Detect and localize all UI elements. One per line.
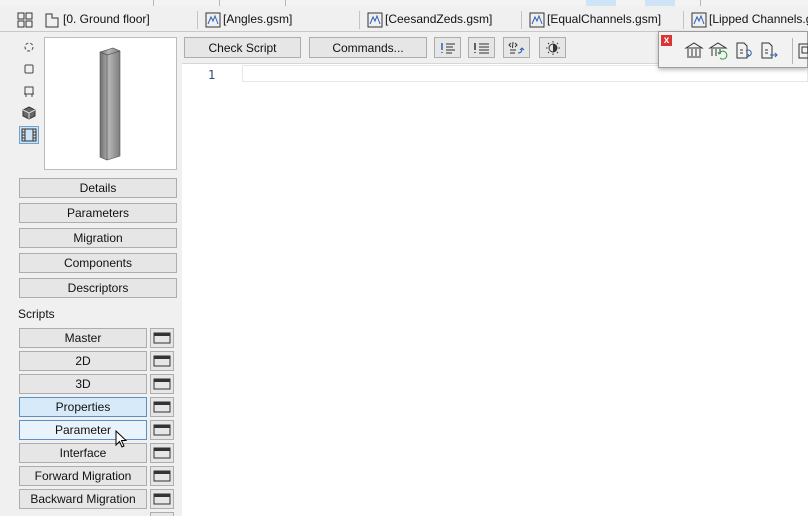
3d-view-icon bbox=[22, 106, 36, 120]
rotate-view-button[interactable] bbox=[19, 38, 39, 56]
parameters-button[interactable]: Parameters bbox=[19, 203, 177, 223]
check-script-button[interactable]: Check Script bbox=[184, 37, 301, 58]
palette-close-button[interactable]: x bbox=[661, 35, 672, 46]
tab-overview-icon[interactable] bbox=[17, 12, 33, 28]
open-properties-window-button[interactable] bbox=[150, 397, 174, 417]
gdl-object-icon bbox=[367, 12, 383, 28]
object-settings-panel: Details Parameters Migration Components … bbox=[0, 33, 182, 516]
elevation-view-icon bbox=[24, 86, 34, 97]
gdl-object-icon bbox=[691, 12, 707, 28]
window-icon bbox=[153, 447, 171, 459]
plan-view-button[interactable] bbox=[19, 60, 39, 78]
film-strip-icon bbox=[21, 128, 37, 142]
commands-button[interactable]: Commands... bbox=[309, 37, 427, 58]
object-preview bbox=[44, 37, 177, 170]
column-preview-image bbox=[99, 47, 121, 161]
tab-label: [0. Ground floor] bbox=[63, 12, 150, 26]
tab-label: [Lipped Channels.g bbox=[709, 12, 808, 26]
window-icon[interactable] bbox=[797, 41, 808, 61]
mouse-cursor-icon bbox=[115, 430, 128, 448]
object-sync-icon[interactable] bbox=[734, 41, 754, 61]
open-forward-migration-window-button[interactable] bbox=[150, 466, 174, 486]
script-3d-button[interactable]: 3D bbox=[19, 374, 147, 394]
view-tab-bar: [0. Ground floor] [Angles.gsm] [CeesandZ… bbox=[0, 8, 808, 32]
window-icon bbox=[153, 332, 171, 344]
strip-highlight bbox=[645, 0, 675, 6]
elevation-view-button[interactable] bbox=[19, 82, 39, 100]
library-icon[interactable] bbox=[684, 41, 704, 61]
migration-button[interactable]: Migration bbox=[19, 228, 177, 248]
descriptors-button[interactable]: Descriptors bbox=[19, 278, 177, 298]
gdl-object-icon bbox=[205, 12, 221, 28]
code-format-button[interactable] bbox=[503, 37, 530, 58]
indent-button[interactable] bbox=[434, 37, 461, 58]
palette-divider bbox=[792, 38, 793, 64]
script-editor[interactable]: 1 bbox=[182, 63, 808, 516]
open-2d-window-button[interactable] bbox=[150, 351, 174, 371]
partial-window-button[interactable] bbox=[150, 512, 174, 516]
floor-plan-icon bbox=[45, 13, 59, 28]
strip-divider bbox=[153, 0, 154, 6]
script-2d-button[interactable]: 2D bbox=[19, 351, 147, 371]
open-3d-window-button[interactable] bbox=[150, 374, 174, 394]
tab-divider bbox=[521, 11, 522, 29]
window-icon bbox=[153, 470, 171, 482]
indent-icon bbox=[440, 42, 455, 53]
3d-view-button[interactable] bbox=[19, 104, 39, 122]
open-master-window-button[interactable] bbox=[150, 328, 174, 348]
tab-divider bbox=[683, 11, 684, 29]
scripts-section-label: Scripts bbox=[18, 307, 55, 321]
script-master-button[interactable]: Master bbox=[19, 328, 147, 348]
film-strip-button[interactable] bbox=[19, 126, 39, 144]
window-icon bbox=[153, 355, 171, 367]
strip-highlight bbox=[586, 0, 616, 6]
window-icon bbox=[153, 424, 171, 436]
object-export-icon[interactable] bbox=[759, 41, 779, 61]
rotate-view-icon bbox=[24, 42, 34, 52]
tab-divider bbox=[197, 11, 198, 29]
details-button[interactable]: Details bbox=[19, 178, 177, 198]
brightness-button[interactable] bbox=[539, 37, 566, 58]
strip-divider bbox=[219, 0, 220, 6]
top-strip bbox=[0, 0, 808, 6]
reload-library-icon[interactable] bbox=[708, 41, 728, 61]
code-format-icon bbox=[507, 41, 524, 53]
open-interface-window-button[interactable] bbox=[150, 443, 174, 463]
strip-divider bbox=[285, 0, 286, 6]
script-forward-migration-button[interactable]: Forward Migration bbox=[19, 466, 147, 486]
plan-view-icon bbox=[24, 64, 34, 74]
tab-divider bbox=[359, 11, 360, 29]
library-palette: x bbox=[658, 31, 808, 68]
gdl-object-icon bbox=[529, 12, 545, 28]
script-backward-migration-button[interactable]: Backward Migration bbox=[19, 489, 147, 509]
window-icon bbox=[153, 378, 171, 390]
components-button[interactable]: Components bbox=[19, 253, 177, 273]
brightness-icon bbox=[545, 40, 560, 55]
script-properties-button[interactable]: Properties bbox=[19, 397, 147, 417]
list-button[interactable] bbox=[468, 37, 495, 58]
tab-label: [EqualChannels.gsm] bbox=[547, 12, 662, 26]
line-number: 1 bbox=[208, 68, 216, 82]
tab-label: [CeesandZeds.gsm] bbox=[385, 12, 493, 26]
open-parameter-window-button[interactable] bbox=[150, 420, 174, 440]
gdl-object-editor-window: [0. Ground floor] [Angles.gsm] [CeesandZ… bbox=[0, 0, 808, 516]
list-icon bbox=[473, 42, 489, 53]
tab-label: [Angles.gsm] bbox=[223, 12, 293, 26]
strip-divider bbox=[700, 0, 701, 6]
window-icon bbox=[153, 401, 171, 413]
window-icon bbox=[153, 493, 171, 505]
open-backward-migration-window-button[interactable] bbox=[150, 489, 174, 509]
